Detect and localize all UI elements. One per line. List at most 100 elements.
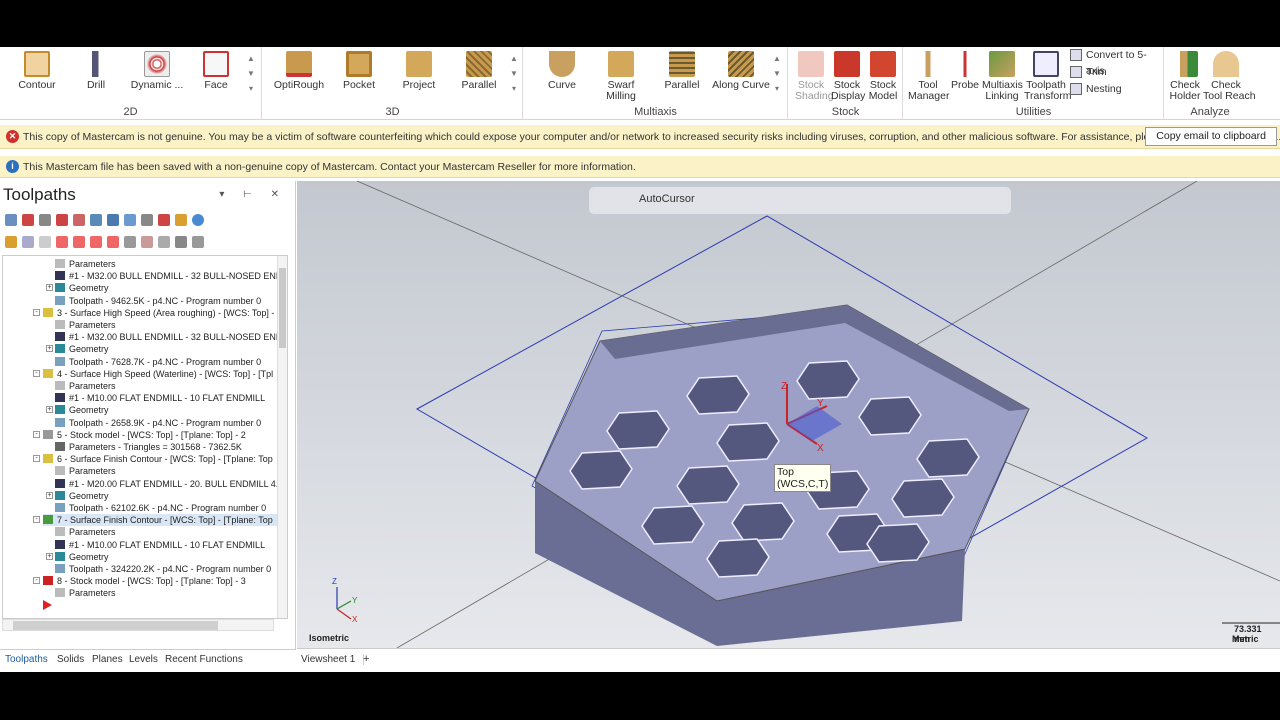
curve-button[interactable]: Curve [544, 51, 580, 91]
tab-solids[interactable]: Solids [57, 654, 84, 665]
tree-row[interactable]: Geometry [55, 343, 109, 355]
tree-row[interactable]: 3 - Surface High Speed (Area roughing) -… [43, 307, 274, 319]
panel-controls[interactable]: ▾ ⊢ ✕ [219, 189, 287, 200]
stock-model-button[interactable]: Stock Model [865, 51, 901, 102]
settings-icon[interactable] [192, 236, 204, 248]
pocket-button[interactable]: Pocket [339, 51, 379, 91]
tree-row[interactable]: Parameters [55, 587, 116, 599]
check-holder-button[interactable]: Check Holder [1169, 51, 1201, 102]
add-viewsheet-button[interactable]: + [363, 653, 369, 665]
tree-row[interactable]: 5 - Stock model - [WCS: Top] - [Tplane: … [43, 429, 246, 441]
optirough-button[interactable]: OptiRough [273, 51, 325, 91]
tree-row[interactable]: #1 - M20.00 FLAT ENDMILL - 20. BULL ENDM… [55, 478, 278, 490]
tree-row[interactable]: Toolpath - 62102.6K - p4.NC - Program nu… [55, 502, 266, 514]
tree-row[interactable]: Geometry [55, 404, 109, 416]
group-3d-scroll[interactable]: ▲ ▼ ▾ [509, 51, 519, 101]
swarf-milling-button[interactable]: Swarf Milling [592, 51, 650, 102]
help-icon[interactable] [192, 214, 204, 226]
scroll-icon[interactable] [107, 236, 119, 248]
tree-row[interactable]: #1 - M10.00 FLAT ENDMILL - 10 FLAT ENDMI… [55, 392, 265, 404]
tab-levels[interactable]: Levels [129, 654, 158, 665]
tree-row[interactable]: 6 - Surface Finish Contour - [WCS: Top] … [43, 453, 273, 465]
expand-toggle[interactable]: - [33, 516, 40, 524]
display-icon[interactable] [141, 236, 153, 248]
expand-toggle[interactable]: - [33, 369, 40, 377]
tree-row[interactable]: #1 - M32.00 BULL ENDMILL - 32 BULL-NOSED… [55, 331, 287, 343]
expand-toggle[interactable]: - [33, 308, 40, 316]
tree-row[interactable]: Parameters [55, 526, 116, 538]
tree-row[interactable]: Parameters [55, 319, 116, 331]
tree-row[interactable]: Toolpath - 7628.7K - p4.NC - Program num… [55, 356, 261, 368]
stock-shading-button[interactable]: Stock Shading [795, 51, 834, 102]
dynamic-button[interactable]: Dynamic ... [130, 51, 184, 91]
regen-dirty-icon[interactable] [56, 214, 68, 226]
tree-row[interactable]: Geometry [55, 551, 109, 563]
tree-row[interactable]: Parameters [55, 465, 116, 477]
tree-horizontal-scrollbar[interactable] [2, 619, 274, 631]
contour-button[interactable]: Contour [14, 51, 60, 91]
copy-email-button[interactable]: Copy email to clipboard [1145, 127, 1277, 146]
tree-row[interactable]: 4 - Surface High Speed (Waterline) - [WC… [43, 368, 273, 380]
expand-toggle[interactable]: + [46, 345, 53, 353]
tree-row[interactable]: #1 - M10.00 FLAT ENDMILL - 10 FLAT ENDMI… [55, 539, 265, 551]
tree-row[interactable]: Toolpath - 324220.2K - p4.NC - Program n… [55, 563, 271, 575]
move-down-icon[interactable] [56, 236, 68, 248]
tree-scroll-thumb[interactable] [279, 268, 286, 348]
insert-icon[interactable] [90, 236, 102, 248]
tab-toolpaths[interactable]: Toolpaths [5, 654, 48, 665]
trim-button[interactable]: Trim [1070, 64, 1107, 80]
tab-recent-functions[interactable]: Recent Functions [165, 654, 243, 665]
tree-row[interactable]: Parameters - Triangles = 301568 - 7362.5… [55, 441, 242, 453]
single-icon[interactable] [124, 236, 136, 248]
tree-vertical-scrollbar[interactable] [277, 256, 287, 618]
tree-row[interactable]: Parameters [55, 258, 116, 270]
project-button[interactable]: Project [399, 51, 439, 91]
expand-toggle[interactable]: - [33, 577, 40, 585]
tree-row[interactable]: #1 - M32.00 BULL ENDMILL - 32 BULL-NOSED… [55, 270, 287, 282]
parallel-multiaxis-button[interactable]: Parallel [662, 51, 702, 91]
face-button[interactable]: Face [198, 51, 234, 91]
expand-toggle[interactable]: + [46, 552, 53, 560]
multiaxis-linking-button[interactable]: Multiaxis Linking [982, 51, 1023, 102]
expand-toggle[interactable]: - [33, 455, 40, 463]
tree-row[interactable]: Toolpath - 9462.5K - p4.NC - Program num… [55, 295, 261, 307]
group-2d-scroll[interactable]: ▲ ▼ ▾ [246, 51, 256, 101]
tab-planes[interactable]: Planes [92, 654, 123, 665]
deselect-icon[interactable] [22, 214, 34, 226]
tree-row[interactable]: Geometry [55, 282, 109, 294]
toggle-icon[interactable] [73, 214, 85, 226]
expand-toggle[interactable]: + [46, 491, 53, 499]
lock-icon[interactable] [5, 236, 17, 248]
select-all-icon[interactable] [5, 214, 17, 226]
move-up-icon[interactable] [73, 236, 85, 248]
tree-row[interactable]: 7 - Surface Finish Contour - [WCS: Top] … [43, 514, 279, 527]
g1-icon[interactable] [141, 214, 153, 226]
backplot-icon[interactable] [90, 214, 102, 226]
wave-icon[interactable] [22, 236, 34, 248]
parallel-3d-button[interactable]: Parallel [459, 51, 499, 91]
viewsheet-tab[interactable]: Viewsheet 1 [301, 654, 365, 665]
hide-icon[interactable] [39, 236, 51, 248]
tree-row[interactable]: 8 - Stock model - [WCS: Top] - [Tplane: … [43, 575, 246, 587]
tree-row[interactable] [43, 599, 56, 612]
along-curve-button[interactable]: Along Curve [712, 51, 770, 91]
tool-manager-button[interactable]: Tool Manager [908, 51, 949, 102]
post-icon[interactable] [158, 214, 170, 226]
verify-icon[interactable] [107, 214, 119, 226]
check-tool-reach-button[interactable]: Check Tool Reach [1203, 51, 1256, 102]
convert-5axis-button[interactable]: Convert to 5-axis [1070, 47, 1163, 77]
simulate-icon[interactable] [124, 214, 136, 226]
tree-row[interactable]: Parameters [55, 380, 116, 392]
group-multiaxis-scroll[interactable]: ▲ ▼ ▾ [772, 51, 782, 101]
properties-icon[interactable] [175, 236, 187, 248]
probe-button[interactable]: Probe [950, 51, 980, 91]
stock-display-button[interactable]: Stock Display [831, 51, 865, 102]
tree-row[interactable]: Geometry [55, 490, 109, 502]
graphics-viewport[interactable]: AutoCursor Z X Y Z Y X Top (WCS,C,T) Isom… [297, 181, 1280, 648]
regen-icon[interactable] [39, 214, 51, 226]
tree-hscroll-thumb[interactable] [13, 621, 218, 630]
group-icon[interactable] [158, 236, 170, 248]
highfeed-icon[interactable] [175, 214, 187, 226]
tree-row[interactable]: Toolpath - 2658.9K - p4.NC - Program num… [55, 417, 261, 429]
expand-toggle[interactable]: + [46, 406, 53, 414]
